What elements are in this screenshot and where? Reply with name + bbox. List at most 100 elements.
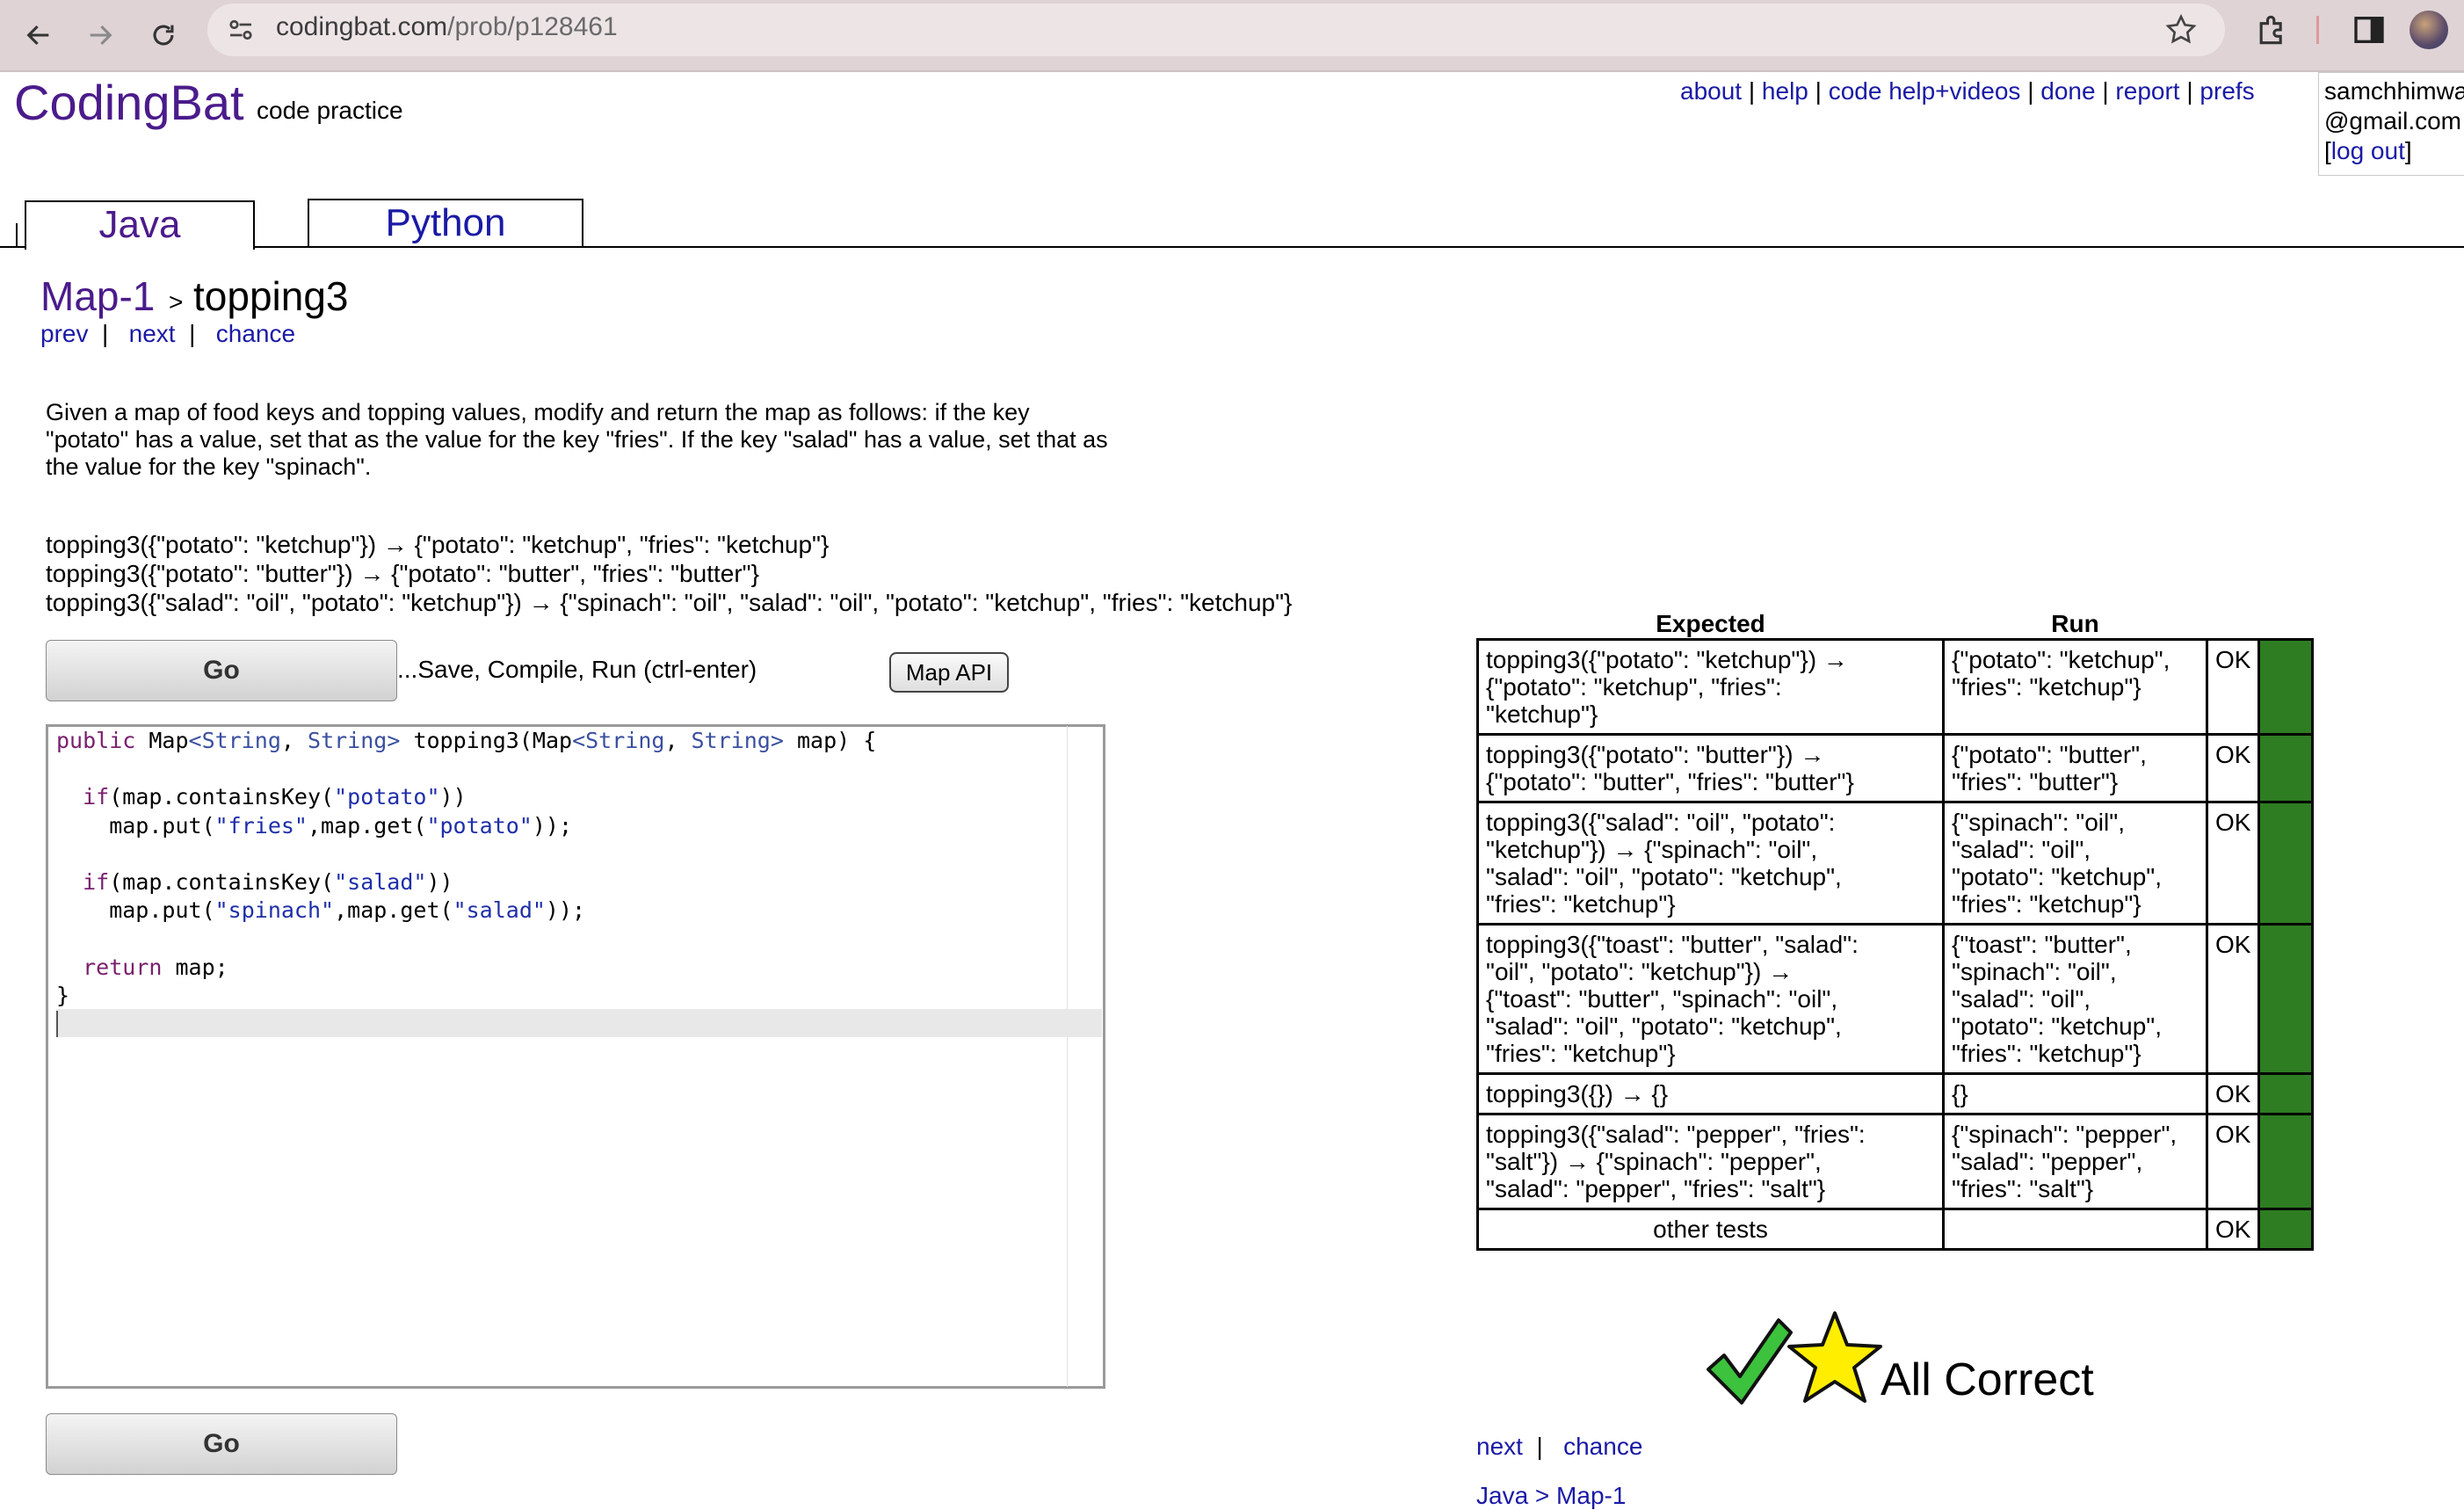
code-line: public Map<String, String> topping3(Map<…: [56, 728, 877, 753]
result-row: topping3({"potato": "butter"}) → {"potato…: [1476, 733, 2315, 803]
pass-indicator: [2257, 1208, 2315, 1251]
expected-text: topping3({"potato": "butter"}) →: [1486, 741, 1825, 768]
run-text: "salad": "oil",: [1952, 985, 2091, 1013]
problem-description: Given a map of food keys and topping val…: [46, 399, 1108, 480]
go-button[interactable]: Go: [46, 640, 397, 701]
run-text: "salad": "oil",: [1952, 836, 2091, 863]
run-header: Run: [2051, 610, 2099, 637]
status-cell: OK: [2205, 1208, 2261, 1251]
tab-baseline: [0, 246, 2464, 248]
example-line: topping3({"salad": "oil", "potato": "ket…: [46, 589, 1293, 616]
bottom-next-link[interactable]: next: [1476, 1433, 1523, 1460]
expected-text: {"potato": "butter", "fries": "butter"}: [1486, 768, 1854, 795]
expected-text: topping3({"salad": "oil", "potato":: [1486, 809, 1836, 836]
code-line: map.put("fries",map.get("potato"));: [56, 812, 573, 838]
status-cell: OK: [2205, 638, 2261, 736]
problem-title: topping3: [193, 273, 349, 319]
code-line: }: [56, 982, 70, 1008]
expected-text: topping3({"potato": "ketchup"}) →: [1486, 646, 1848, 673]
bottom-chance-link[interactable]: chance: [1563, 1433, 1642, 1460]
pass-indicator: [2257, 1072, 2315, 1115]
url-text[interactable]: codingbat.com/prob/p128461: [276, 12, 618, 42]
reload-icon[interactable]: [139, 11, 188, 60]
nav-about-link[interactable]: about: [1680, 77, 1742, 105]
expected-cell: topping3({"potato": "butter"}) → {"potato…: [1476, 733, 1945, 803]
run-text: "fries": "ketchup"}: [1952, 890, 2142, 918]
run-text: "salad": "pepper",: [1952, 1148, 2143, 1175]
next-link[interactable]: next: [129, 320, 176, 347]
expected-text: topping3({}) → {}: [1486, 1080, 1669, 1107]
site-logo[interactable]: CodingBat: [14, 74, 244, 131]
expected-cell: topping3({"toast": "butter", "salad": "oi…: [1476, 923, 1945, 1075]
back-arrow-icon[interactable]: [14, 11, 63, 60]
status-cell: OK: [2205, 733, 2261, 803]
status-cell: OK: [2205, 923, 2261, 1075]
other-tests-label: other tests: [1476, 1208, 1945, 1251]
run-text: "spinach": "oil",: [1952, 958, 2117, 985]
run-text: "fries": "ketchup"}: [1952, 673, 2142, 701]
breadcrumb-section-link[interactable]: Map-1: [40, 272, 155, 320]
nav-help-link[interactable]: help: [1762, 77, 1808, 105]
editor-cursor: [56, 1011, 58, 1037]
go-button-bottom[interactable]: Go: [46, 1413, 397, 1475]
editor-margin-line: [1067, 726, 1068, 1387]
result-row: topping3({"salad": "pepper", "fries": "sa…: [1476, 1113, 2315, 1210]
breadcrumb-separator: >: [169, 288, 184, 316]
site-tagline: code practice: [257, 97, 403, 124]
run-cell: {"potato": "ketchup", "fries": "ketchup"}: [1942, 638, 2208, 736]
nav-code-help-link[interactable]: code help+videos: [1829, 77, 2021, 105]
run-cell: {"potato": "butter", "fries": "butter"}: [1942, 733, 2208, 803]
nav-done-link[interactable]: done: [2040, 77, 2095, 105]
side-panel-icon[interactable]: [2352, 12, 2387, 47]
bottom-breadcrumb[interactable]: Java > Map-1: [1476, 1482, 1626, 1510]
site-settings-icon[interactable]: [225, 14, 257, 46]
result-row: topping3({"potato": "ketchup"}) → {"potat…: [1476, 638, 2315, 736]
expected-cell: topping3({"salad": "pepper", "fries": "sa…: [1476, 1113, 1945, 1210]
extensions-icon[interactable]: [2253, 11, 2292, 49]
example-line: topping3({"potato": "ketchup"}) → {"pota…: [46, 531, 830, 558]
toolbar-divider: [2316, 16, 2319, 44]
status-cell: OK: [2205, 1072, 2261, 1115]
all-correct-text: All Correct: [1881, 1354, 2094, 1405]
user-box: samchhimwa @gmail.com [log out]: [2318, 72, 2464, 176]
other-tests-run: [1942, 1208, 2208, 1251]
nav-report-link[interactable]: report: [2115, 77, 2179, 105]
code-line: if(map.containsKey("salad")): [83, 869, 453, 895]
run-text: {"spinach": "oil",: [1952, 809, 2125, 836]
expected-text: "salt"}) → {"spinach": "pepper",: [1486, 1148, 1822, 1175]
run-cell: {}: [1942, 1072, 2208, 1115]
tab-python[interactable]: Python: [308, 199, 583, 246]
logout-link[interactable]: log out: [2331, 137, 2405, 164]
top-nav: about | help | code help+videos | done |…: [1680, 77, 2255, 105]
nav-prefs-link[interactable]: prefs: [2199, 77, 2254, 105]
editor-active-line: [56, 1009, 1102, 1037]
expected-text: "salad": "oil", "potato": "ketchup",: [1486, 1013, 1842, 1040]
run-text: "fries": "ketchup"}: [1952, 1040, 2142, 1067]
expected-text: "fries": "ketchup"}: [1486, 890, 1676, 918]
user-email-line2: @gmail.com: [2324, 107, 2462, 134]
prev-link[interactable]: prev: [40, 320, 88, 347]
expected-text: "salad": "pepper", "fries": "salt"}: [1486, 1175, 1826, 1202]
example-line: topping3({"potato": "butter"}) → {"potat…: [46, 560, 759, 587]
code-line: map.put("spinach",map.get("salad"));: [56, 897, 586, 924]
chance-link[interactable]: chance: [216, 320, 295, 347]
bookmark-star-icon[interactable]: [2163, 12, 2199, 47]
run-text: "fries": "butter"}: [1952, 768, 2119, 795]
expected-text: "fries": "ketchup"}: [1486, 1040, 1676, 1067]
status-cell: OK: [2205, 1113, 2261, 1210]
tab-java[interactable]: Java: [25, 200, 255, 250]
expected-text: topping3({"salad": "pepper", "fries":: [1486, 1121, 1866, 1148]
profile-avatar[interactable]: [2410, 11, 2448, 49]
pass-indicator: [2257, 638, 2315, 736]
expected-text: topping3({"toast": "butter", "salad":: [1486, 931, 1859, 958]
code-line: if(map.containsKey("potato")): [83, 784, 467, 810]
other-tests-row: other tests OK: [1476, 1208, 2315, 1251]
forward-arrow-icon[interactable]: [76, 11, 125, 60]
expected-text: "ketchup"}: [1486, 701, 1598, 728]
expected-text: "ketchup"}) → {"spinach": "oil",: [1486, 836, 1818, 863]
pass-indicator: [2257, 733, 2315, 803]
map-api-button[interactable]: Map API: [889, 652, 1009, 693]
run-cell: {"spinach": "oil", "salad": "oil", "potato…: [1942, 801, 2208, 926]
url-host: codingbat.com: [276, 12, 448, 41]
user-email-line1: samchhimwa: [2324, 77, 2464, 105]
